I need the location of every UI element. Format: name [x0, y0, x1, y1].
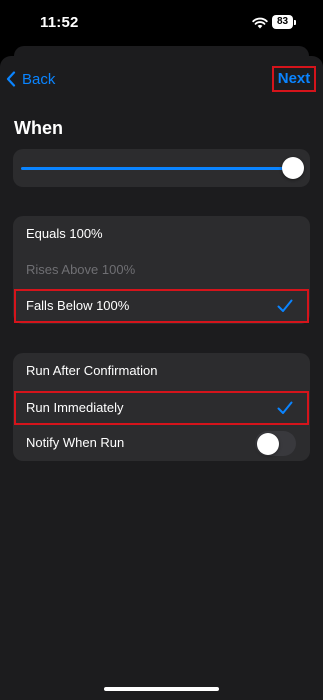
condition-options-card: Equals 100% Rises Above 100% Falls Below…: [13, 216, 310, 324]
home-indicator[interactable]: [104, 687, 219, 691]
condition-option-equals[interactable]: Equals 100%: [13, 216, 310, 252]
screen: 11:52 83 Back Next When Equals 100% Rise…: [0, 0, 323, 700]
checkmark-icon: [277, 299, 293, 312]
battery-tip: [294, 19, 296, 25]
battery-level: 83: [272, 15, 293, 29]
action-option-label: Run Immediately: [26, 400, 124, 415]
battery-icon: 83: [272, 15, 297, 29]
chevron-left-icon: [6, 71, 16, 87]
threshold-slider-fill: [21, 167, 301, 170]
action-option-run-immediately[interactable]: Run Immediately: [13, 390, 310, 426]
toggle-knob: [256, 432, 279, 455]
page-title: When: [14, 118, 63, 138]
status-time: 11:52: [40, 14, 79, 31]
status-bar: 11:52 83: [0, 0, 323, 44]
condition-option-label: Falls Below 100%: [26, 298, 130, 313]
action-option-label: Run After Confirmation: [26, 363, 158, 378]
condition-option-label: Equals 100%: [26, 226, 103, 241]
wifi-icon: [252, 17, 268, 29]
notify-when-run-row: Notify When Run: [13, 425, 310, 461]
action-option-run-after-confirmation[interactable]: Run After Confirmation: [13, 353, 310, 389]
threshold-slider-thumb[interactable]: [282, 157, 304, 179]
condition-option-rises-above: Rises Above 100%: [13, 252, 310, 288]
threshold-slider-card: [13, 149, 310, 187]
condition-option-label: Rises Above 100%: [26, 262, 136, 277]
back-button[interactable]: Back: [6, 66, 55, 92]
notify-when-run-label: Notify When Run: [26, 435, 125, 450]
threshold-slider-track[interactable]: [21, 167, 301, 170]
notify-when-run-toggle[interactable]: [255, 431, 296, 456]
back-button-label: Back: [22, 70, 56, 88]
action-options-card: Run After Confirmation Run Immediately N…: [13, 353, 310, 461]
checkmark-icon: [277, 401, 293, 414]
condition-option-falls-below[interactable]: Falls Below 100%: [13, 288, 310, 324]
next-button[interactable]: Next: [272, 66, 316, 92]
